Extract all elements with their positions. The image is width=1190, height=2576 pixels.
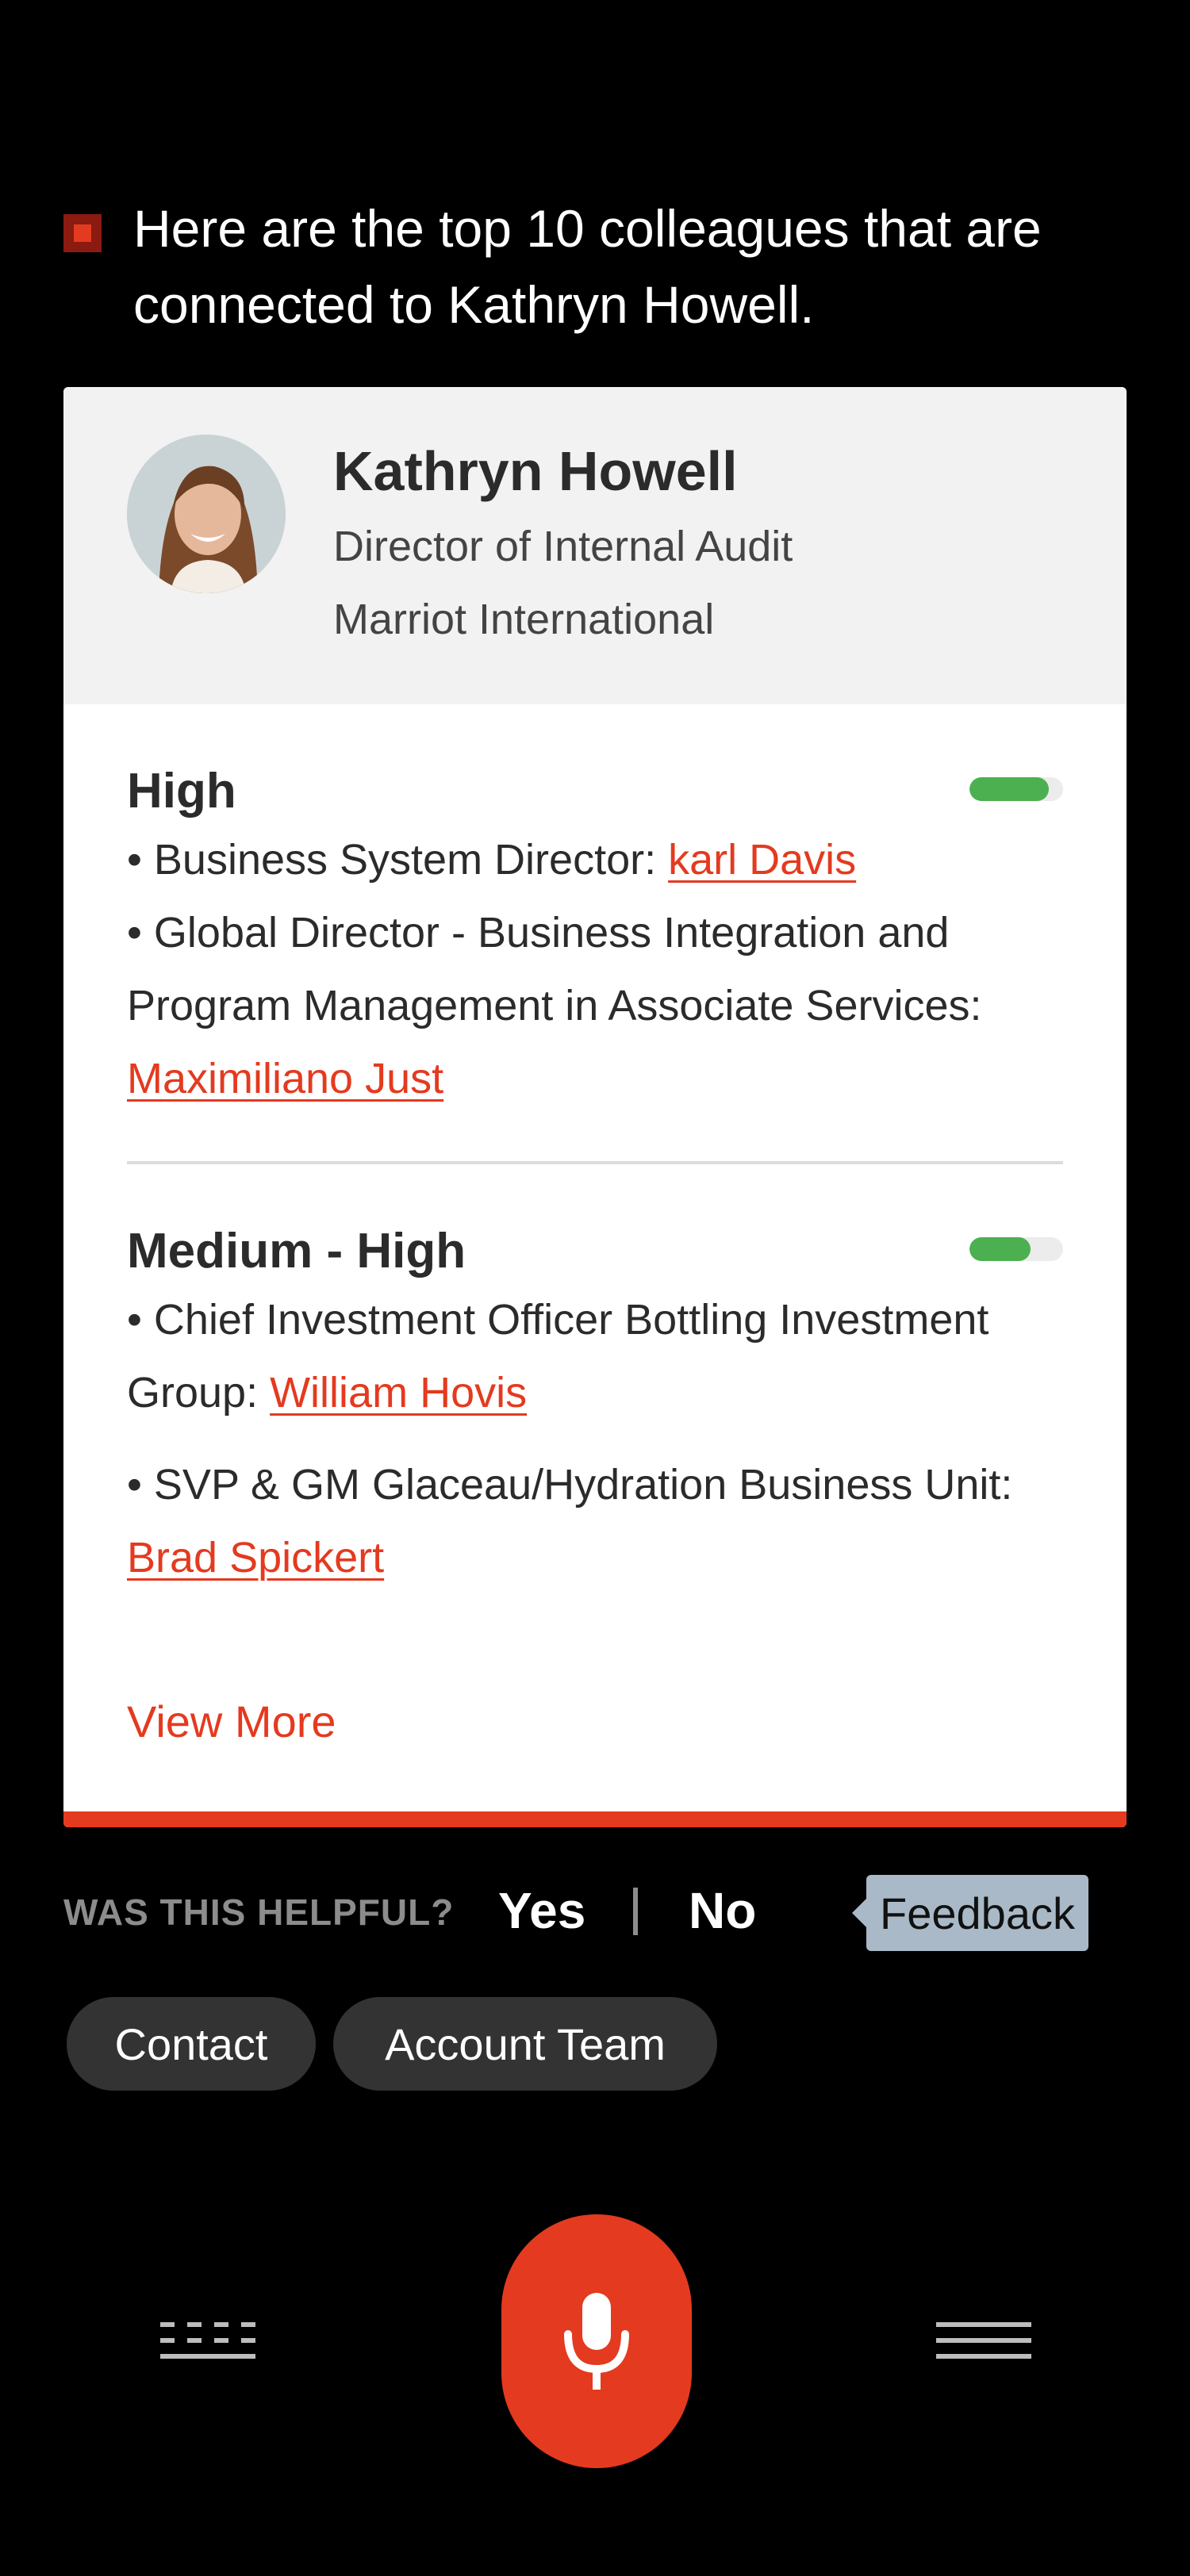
account-team-chip[interactable]: Account Team [333, 1997, 717, 2091]
connection-role: • Global Director - Business Integration… [127, 909, 982, 1029]
connection-item: • Business System Director: karl Davis [127, 823, 1063, 896]
assistant-screen: Here are the top 10 colleagues that are … [0, 0, 1190, 2576]
message-text: Here are the top 10 colleagues that are … [133, 199, 1042, 334]
profile-company: Marriot International [333, 596, 715, 643]
microphone-button[interactable] [501, 2214, 692, 2468]
contact-chip[interactable]: Contact [67, 1997, 316, 2091]
avatar [127, 435, 286, 593]
section-divider [127, 1161, 1063, 1164]
connection-person-link[interactable]: Brad Spickert [127, 1534, 384, 1581]
menu-icon[interactable] [935, 2319, 1033, 2363]
connection-person-link[interactable]: karl Davis [668, 836, 856, 884]
card-accent-bar [63, 1811, 1127, 1827]
strength-meter-fill [969, 1237, 1031, 1261]
view-more-link[interactable]: View More [127, 1696, 336, 1747]
section-title: High [127, 764, 236, 818]
feedback-button[interactable]: Feedback [852, 1875, 1088, 1951]
no-button[interactable]: No [689, 1881, 756, 1940]
yes-no-divider [633, 1888, 638, 1935]
connections-card: Kathryn Howell Director of Internal Audi… [63, 387, 1127, 1827]
connection-item: • Global Director - Business Integration… [127, 896, 1063, 1115]
connection-person-link[interactable]: William Hovis [270, 1369, 527, 1416]
connection-role: • SVP & GM Glaceau/Hydration Business Un… [127, 1461, 1013, 1508]
section-title: Medium - High [127, 1224, 466, 1278]
keyboard-icon[interactable] [159, 2319, 257, 2363]
connection-role: • Business System Director: [127, 836, 669, 884]
profile-name: Kathryn Howell [333, 440, 738, 502]
connection-item: • Chief Investment Officer Bottling Inve… [127, 1283, 1063, 1429]
helpful-question: WAS THIS HELPFUL? [63, 1892, 455, 1933]
microphone-icon [564, 2293, 629, 2390]
connection-person-link[interactable]: Maximiliano Just [127, 1055, 443, 1102]
message-bullet-icon [63, 214, 102, 252]
strength-meter [969, 777, 1063, 801]
connection-role: • Chief Investment Officer Bottling Inve… [127, 1296, 989, 1416]
connection-item: • SVP & GM Glaceau/Hydration Business Un… [127, 1448, 1063, 1594]
strength-meter [969, 1237, 1063, 1261]
yes-button[interactable]: Yes [498, 1881, 585, 1940]
profile-title: Director of Internal Audit [333, 523, 793, 570]
strength-meter-fill [969, 777, 1050, 801]
profile-header: Kathryn Howell Director of Internal Audi… [63, 387, 1127, 704]
section-high: High • Business System Director: karl Da… [127, 760, 1063, 1115]
section-medium-high: Medium - High • Chief Investment Officer… [127, 1220, 1063, 1594]
